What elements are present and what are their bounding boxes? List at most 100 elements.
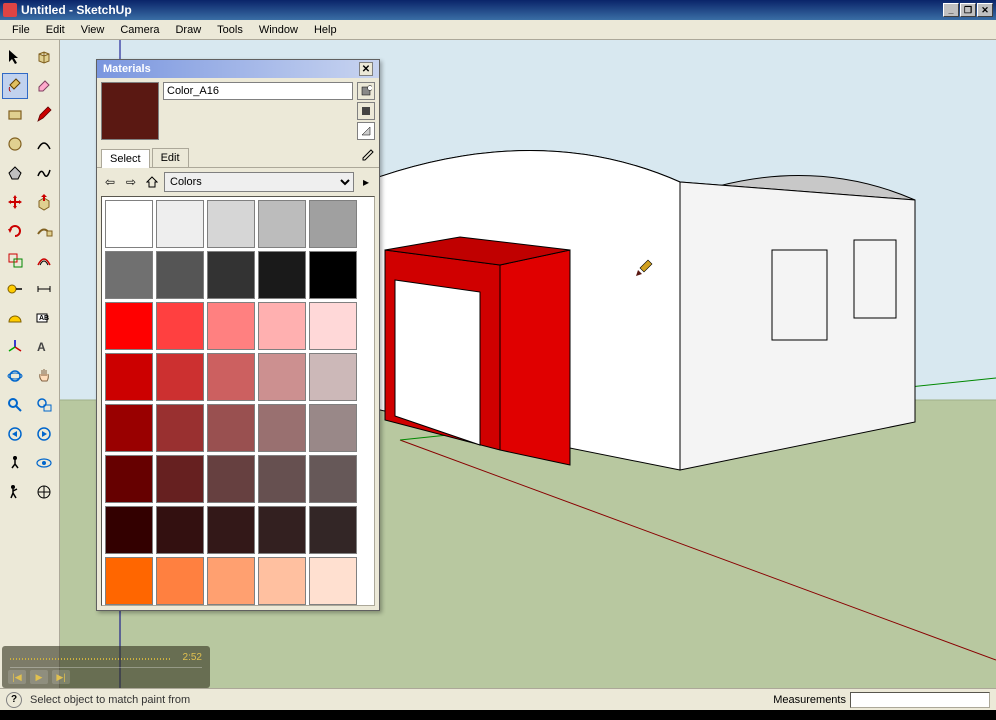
eraser-tool[interactable] [31, 73, 57, 99]
position-camera-tool[interactable] [2, 450, 28, 476]
circle-tool[interactable] [2, 131, 28, 157]
color-swatch[interactable] [156, 404, 204, 452]
text-tool[interactable]: AB [31, 305, 57, 331]
current-material-preview[interactable] [101, 82, 159, 140]
color-swatch[interactable] [309, 557, 357, 605]
set-default-material-button[interactable] [357, 102, 375, 120]
help-icon[interactable]: ? [6, 692, 22, 708]
menu-tools[interactable]: Tools [209, 22, 251, 38]
arc-tool[interactable] [31, 131, 57, 157]
video-prev-button[interactable]: |◀ [8, 670, 26, 684]
prev-view-tool[interactable] [2, 421, 28, 447]
color-swatch[interactable] [207, 557, 255, 605]
close-button[interactable]: ✕ [977, 3, 993, 17]
next-view-tool[interactable] [31, 421, 57, 447]
color-swatch[interactable] [207, 251, 255, 299]
color-swatch[interactable] [309, 506, 357, 554]
color-swatch[interactable] [156, 200, 204, 248]
nav-home-button[interactable] [143, 173, 161, 191]
color-swatch[interactable] [258, 200, 306, 248]
orbit-tool[interactable] [2, 363, 28, 389]
color-swatch[interactable] [105, 455, 153, 503]
nav-back-button[interactable]: ⇦ [101, 173, 119, 191]
line-tool[interactable] [31, 102, 57, 128]
menu-edit[interactable]: Edit [38, 22, 73, 38]
section-tool[interactable] [31, 479, 57, 505]
zoom-tool[interactable] [2, 392, 28, 418]
color-swatch[interactable] [309, 251, 357, 299]
color-swatch[interactable] [156, 455, 204, 503]
collection-menu-button[interactable]: ▸ [357, 173, 375, 191]
video-next-button[interactable]: ▶| [52, 670, 70, 684]
color-swatch[interactable] [258, 251, 306, 299]
rectangle-tool[interactable] [2, 102, 28, 128]
color-swatch[interactable] [207, 404, 255, 452]
color-swatch[interactable] [258, 557, 306, 605]
axes-tool[interactable] [2, 334, 28, 360]
measurements-input[interactable] [850, 692, 990, 708]
color-swatch[interactable] [258, 302, 306, 350]
move-tool[interactable] [2, 189, 28, 215]
menu-help[interactable]: Help [306, 22, 345, 38]
color-swatch[interactable] [309, 455, 357, 503]
menu-draw[interactable]: Draw [167, 22, 209, 38]
color-swatch[interactable] [258, 353, 306, 401]
3dtext-tool[interactable]: A [31, 334, 57, 360]
display-secondary-button[interactable] [357, 122, 375, 140]
menu-view[interactable]: View [73, 22, 113, 38]
menu-window[interactable]: Window [251, 22, 306, 38]
make-component-tool[interactable] [31, 44, 57, 70]
color-swatch[interactable] [105, 506, 153, 554]
color-swatch[interactable] [258, 455, 306, 503]
color-swatch[interactable] [156, 506, 204, 554]
collection-dropdown[interactable]: Colors [164, 172, 354, 192]
menu-camera[interactable]: Camera [112, 22, 167, 38]
color-swatch[interactable] [156, 302, 204, 350]
pushpull-tool[interactable] [31, 189, 57, 215]
video-play-button[interactable]: ▶ [30, 670, 48, 684]
color-swatch[interactable] [105, 302, 153, 350]
color-swatch[interactable] [207, 455, 255, 503]
material-name-input[interactable] [163, 82, 353, 100]
scale-tool[interactable] [2, 247, 28, 273]
color-swatch[interactable] [309, 404, 357, 452]
restore-button[interactable]: ❐ [960, 3, 976, 17]
tape-tool[interactable] [2, 276, 28, 302]
freehand-tool[interactable] [31, 160, 57, 186]
polygon-tool[interactable] [2, 160, 28, 186]
color-swatch[interactable] [258, 506, 306, 554]
materials-title-bar[interactable]: Materials ✕ [97, 60, 379, 78]
menu-file[interactable]: File [4, 22, 38, 38]
tab-edit[interactable]: Edit [152, 148, 189, 167]
create-material-button[interactable] [357, 82, 375, 100]
followme-tool[interactable] [31, 218, 57, 244]
color-swatch[interactable] [207, 200, 255, 248]
color-swatch[interactable] [105, 200, 153, 248]
color-swatch[interactable] [309, 353, 357, 401]
rotate-tool[interactable] [2, 218, 28, 244]
video-seek-bar[interactable]: 2:52 [10, 650, 202, 668]
sample-paint-button[interactable] [359, 148, 375, 164]
color-swatch[interactable] [105, 557, 153, 605]
zoom-window-tool[interactable] [31, 392, 57, 418]
color-swatch[interactable] [105, 251, 153, 299]
dimension-tool[interactable] [31, 276, 57, 302]
minimize-button[interactable]: _ [943, 3, 959, 17]
pan-tool[interactable] [31, 363, 57, 389]
color-swatch[interactable] [258, 404, 306, 452]
color-swatch[interactable] [156, 251, 204, 299]
materials-close-button[interactable]: ✕ [359, 62, 373, 76]
look-around-tool[interactable] [31, 450, 57, 476]
materials-panel[interactable]: Materials ✕ Select Edit ⇦ ⇨ [96, 59, 380, 611]
color-swatch[interactable] [105, 404, 153, 452]
color-swatch[interactable] [105, 353, 153, 401]
protractor-tool[interactable] [2, 305, 28, 331]
color-swatch[interactable] [156, 353, 204, 401]
color-swatch[interactable] [207, 506, 255, 554]
color-swatch[interactable] [207, 353, 255, 401]
color-swatch[interactable] [309, 200, 357, 248]
offset-tool[interactable] [31, 247, 57, 273]
nav-forward-button[interactable]: ⇨ [122, 173, 140, 191]
select-tool[interactable] [2, 44, 28, 70]
paint-bucket-tool[interactable] [2, 73, 28, 99]
